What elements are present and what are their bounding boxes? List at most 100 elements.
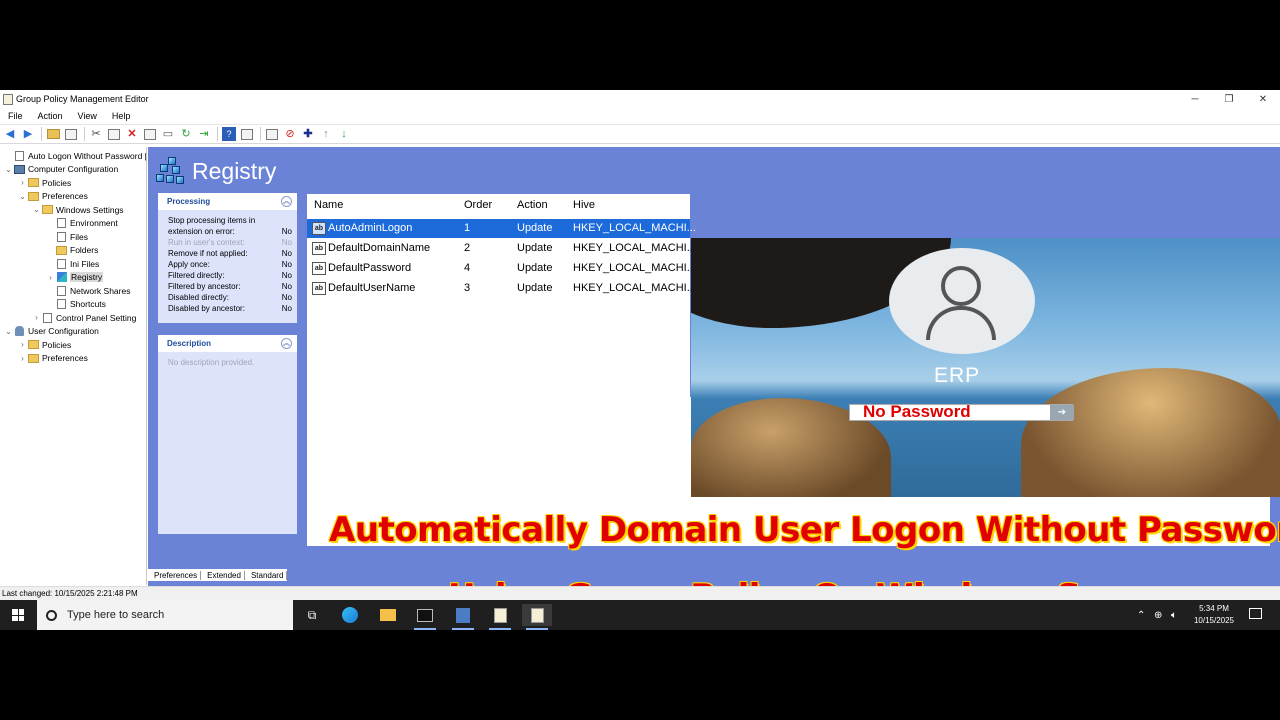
menu-help[interactable]: Help <box>104 111 138 121</box>
disable-icon[interactable]: ⊘ <box>283 127 297 141</box>
expander-icon[interactable]: › <box>18 340 27 349</box>
tab-extended[interactable]: Extended <box>204 570 245 580</box>
expander-icon[interactable]: › <box>32 313 41 322</box>
restore-button[interactable]: ❐ <box>1212 90 1246 108</box>
column-hive[interactable]: Hive <box>573 199 595 211</box>
server-manager-icon[interactable] <box>448 604 478 630</box>
up-folder-icon[interactable] <box>46 127 60 141</box>
shortcuts-icon <box>56 299 67 309</box>
screen: Group Policy Management Editor ─ ❐ ✕ Fil… <box>0 90 1280 630</box>
menu-file[interactable]: File <box>0 111 30 121</box>
new-item-icon[interactable] <box>265 127 279 141</box>
tree-item[interactable]: › Registry <box>46 271 104 284</box>
table-row[interactable]: ab DefaultUserName 3 Update HKEY_LOCAL_MACHI… <box>307 279 696 298</box>
tree-item[interactable]: Shortcuts <box>46 298 106 311</box>
expander-icon[interactable]: ⌄ <box>4 165 13 174</box>
tree-item[interactable]: ⌄ User Configuration <box>4 325 99 338</box>
cell-name: DefaultUserName <box>328 282 416 294</box>
column-action[interactable]: Action <box>517 199 548 211</box>
processing-label: Remove if not applied: <box>168 249 248 258</box>
close-button[interactable]: ✕ <box>1246 90 1280 108</box>
tree-item-label: Policies <box>42 177 72 188</box>
processing-value: No <box>281 271 292 280</box>
gp-editor-icon[interactable] <box>522 604 552 630</box>
export-icon[interactable]: ⇥ <box>197 127 211 141</box>
volume-icon[interactable]: 🔈︎ <box>1171 600 1177 630</box>
show-hidden-icons[interactable]: ⌃ <box>1137 600 1145 630</box>
expander-icon[interactable]: › <box>46 273 55 282</box>
tab-preferences[interactable]: Preferences <box>151 570 202 580</box>
properties-icon[interactable] <box>143 127 157 141</box>
processing-row: extension on error: No <box>158 226 297 237</box>
processing-value: No <box>281 260 292 269</box>
column-order[interactable]: Order <box>464 199 492 211</box>
processing-rows: Stop processing items in extension on err… <box>158 210 297 314</box>
tree-item-label: Auto Logon Without Password [I <box>28 150 147 161</box>
tree-item[interactable]: › Policies <box>18 338 71 351</box>
print-icon[interactable]: ▭ <box>161 127 175 141</box>
collapse-icon[interactable]: ︽ <box>281 338 292 349</box>
cell-order: 1 <box>464 222 471 234</box>
tab-standard[interactable]: Standard <box>248 570 288 580</box>
clock[interactable]: 5:34 PM 10/15/2025 <box>1186 603 1242 627</box>
tree-item[interactable]: Network Shares <box>46 284 130 297</box>
table-row[interactable]: ab DefaultDomainName 2 Update HKEY_LOCAL_MAC… <box>307 239 696 258</box>
tree-item-label: Preferences <box>42 191 88 201</box>
expander-icon[interactable]: › <box>18 354 27 363</box>
refresh-icon[interactable]: ↻ <box>179 127 193 141</box>
tree-item[interactable]: Folders <box>46 244 98 257</box>
tree-item[interactable]: ⌄ Computer Configuration <box>4 163 118 176</box>
network-icon[interactable]: ⊕ <box>1154 600 1162 630</box>
expander-icon[interactable]: › <box>18 178 27 187</box>
control-panel-icon <box>42 312 53 323</box>
bottom-tabs: Preferences Extended Standard <box>148 569 288 581</box>
tree-item[interactable]: Files <box>46 230 88 243</box>
add-icon[interactable]: ✚ <box>301 127 315 141</box>
terminal-icon[interactable] <box>410 604 440 630</box>
column-name[interactable]: Name <box>314 199 343 211</box>
forward-icon[interactable]: ▶ <box>21 127 35 141</box>
copy-icon[interactable] <box>107 127 121 141</box>
show-hide-tree-icon[interactable] <box>64 127 78 141</box>
network-shares-icon <box>56 285 67 296</box>
edge-icon[interactable] <box>335 604 365 626</box>
tree-item[interactable]: › Policies <box>18 176 71 189</box>
computer-icon <box>14 164 25 174</box>
help-icon[interactable]: ? <box>222 127 236 141</box>
tree-item[interactable]: ⌄ Windows Settings <box>32 203 123 216</box>
start-button[interactable] <box>0 600 36 630</box>
tree-item[interactable]: › Control Panel Setting <box>32 311 136 324</box>
expander-icon[interactable]: ⌄ <box>32 205 41 214</box>
delete-icon[interactable]: ✕ <box>125 127 139 141</box>
folder-icon <box>42 205 53 215</box>
tree-item[interactable]: Auto Logon Without Password [I <box>4 149 147 162</box>
tree-item[interactable]: Environment <box>46 217 118 230</box>
tree-item[interactable]: ⌄ Preferences <box>18 190 88 203</box>
table-row[interactable]: ab DefaultPassword 4 Update HKEY_LOCAL_MACHI… <box>307 259 696 278</box>
notifications-icon[interactable] <box>1249 608 1262 619</box>
expander-icon[interactable]: ⌄ <box>4 327 13 336</box>
tree-item[interactable]: › Preferences <box>18 352 88 365</box>
move-up-icon[interactable]: ↑ <box>319 127 333 141</box>
back-icon[interactable]: ◀ <box>3 127 17 141</box>
processing-row: Apply once: No <box>158 259 297 270</box>
taskbar-search[interactable]: Type here to search <box>37 600 293 630</box>
minimize-button[interactable]: ─ <box>1178 90 1212 108</box>
tree-item[interactable]: Ini Files <box>46 257 99 270</box>
collapse-icon[interactable]: ︽ <box>281 196 292 207</box>
cell-hive: HKEY_LOCAL_MACHI... <box>573 282 696 294</box>
task-view-icon[interactable]: ⧉ <box>297 604 327 626</box>
gpmc-icon[interactable] <box>485 604 515 630</box>
processing-header[interactable]: Processing ︽ <box>158 193 297 210</box>
description-header[interactable]: Description ︽ <box>158 335 297 352</box>
menu-view[interactable]: View <box>70 111 104 121</box>
file-explorer-icon[interactable] <box>373 604 403 626</box>
menu-action[interactable]: Action <box>30 111 70 121</box>
expander-icon[interactable]: ⌄ <box>18 192 27 201</box>
view-icon[interactable] <box>240 127 254 141</box>
cut-icon[interactable]: ✂ <box>89 127 103 141</box>
processing-label: extension on error: <box>168 227 235 236</box>
table-row[interactable]: ab AutoAdminLogon 1 Update HKEY_LOCAL_MACHI.… <box>307 219 696 238</box>
processing-row: Filtered by ancestor: No <box>158 281 297 292</box>
move-down-icon[interactable]: ↓ <box>337 127 351 141</box>
